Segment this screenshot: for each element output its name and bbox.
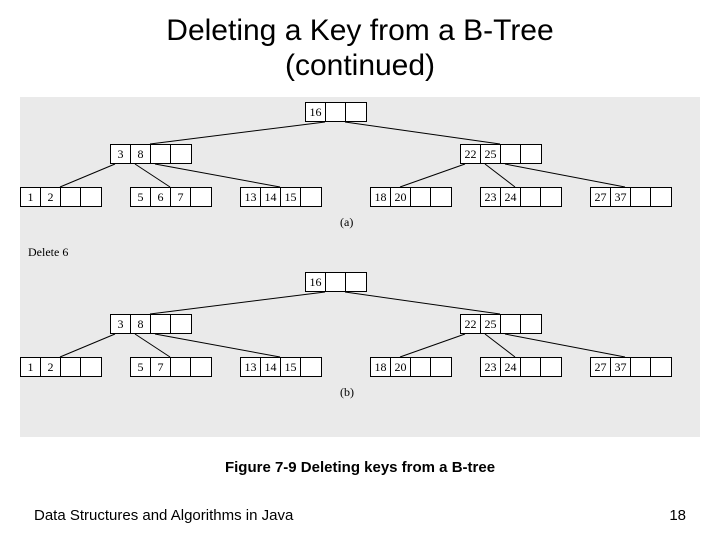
a-leaf-2: 567 bbox=[130, 187, 212, 207]
a-root: 16 bbox=[305, 102, 367, 122]
b-leaf-3: 131415 bbox=[240, 357, 322, 377]
a-leaf-5: 2324 bbox=[480, 187, 562, 207]
b-leaf-1: 12 bbox=[20, 357, 102, 377]
b-leaf-4: 1820 bbox=[370, 357, 452, 377]
a-leaf-4: 1820 bbox=[370, 187, 452, 207]
slide-title: Deleting a Key from a B-Tree (continued) bbox=[0, 0, 720, 83]
a-leaf-1: 12 bbox=[20, 187, 102, 207]
subfig-a-label: (a) bbox=[340, 215, 353, 230]
footer-text: Data Structures and Algorithms in Java bbox=[34, 507, 293, 524]
btree-diagram: 16 38 2225 12 567 131415 1820 2324 2737 … bbox=[20, 97, 700, 437]
figure-caption: Figure 7-9 Deleting keys from a B-tree bbox=[0, 459, 720, 476]
b-leaf-2: 57 bbox=[130, 357, 212, 377]
delete-label: Delete 6 bbox=[28, 245, 68, 260]
slide-footer: Data Structures and Algorithms in Java 1… bbox=[34, 507, 686, 524]
b-mid-right: 2225 bbox=[460, 314, 542, 334]
title-line-1: Deleting a Key from a B-Tree bbox=[166, 14, 553, 47]
b-leaf-5: 2324 bbox=[480, 357, 562, 377]
title-line-2: (continued) bbox=[285, 49, 435, 82]
b-mid-left: 38 bbox=[110, 314, 192, 334]
b-leaf-6: 2737 bbox=[590, 357, 672, 377]
a-leaf-6: 2737 bbox=[590, 187, 672, 207]
a-mid-right: 2225 bbox=[460, 144, 542, 164]
a-mid-left: 38 bbox=[110, 144, 192, 164]
b-root: 16 bbox=[305, 272, 367, 292]
page-number: 18 bbox=[669, 507, 686, 524]
subfig-b-label: (b) bbox=[340, 385, 354, 400]
a-leaf-3: 131415 bbox=[240, 187, 322, 207]
